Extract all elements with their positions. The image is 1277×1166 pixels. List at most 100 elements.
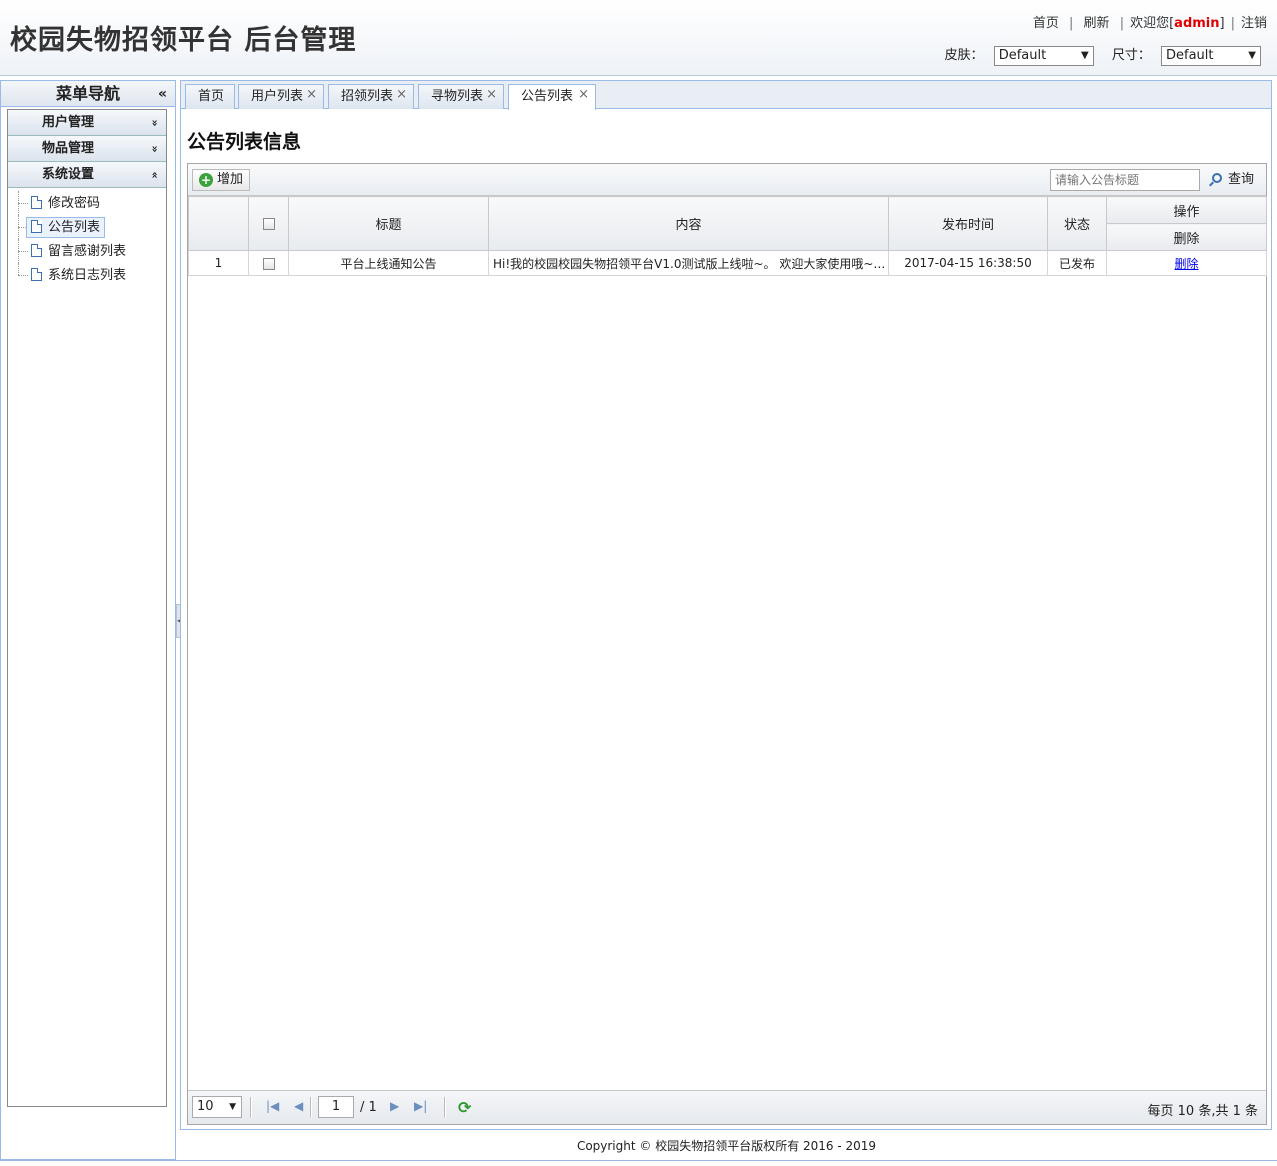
- cell-title: 平台上线通知公告: [288, 250, 489, 276]
- search-button-label: 查询: [1228, 172, 1255, 187]
- tab-home[interactable]: 首页: [185, 84, 235, 109]
- footer-copyright: Copyright © 校园失物招领平台版权所有 2016 - 2019: [576, 1139, 877, 1153]
- separator: |: [1119, 16, 1125, 31]
- page-bottom-border: [0, 1160, 1277, 1161]
- cell-publish-time: 2017-04-15 16:38:50: [888, 250, 1048, 276]
- announcement-table: 标题 内容 发布时间 状态 操作 删除 1 平台上线通知公告 Hi!我的校园校园…: [188, 196, 1267, 276]
- menu-group-label: 用户管理: [42, 115, 95, 130]
- dropdown-arrow-icon: ▼: [229, 1102, 236, 1112]
- document-icon: [31, 220, 42, 233]
- cell-actions: 删除: [1106, 250, 1267, 276]
- column-header-title[interactable]: 标题: [288, 196, 489, 251]
- skin-select[interactable]: Default ▼: [993, 45, 1094, 66]
- first-page-icon[interactable]: |◀: [266, 1099, 279, 1113]
- close-icon[interactable]: ×: [396, 83, 407, 107]
- tab-found-list[interactable]: 招领列表 ×: [328, 84, 414, 109]
- cell-content: Hi!我的校园校园失物招领平台V1.0测试版上线啦~。 欢迎大家使用哦~~...: [488, 250, 889, 276]
- menu-navigation-panel: 菜单导航 « 用户管理 » 物品管理 » 系统设置 « 修改密码 公告列表 留言…: [0, 80, 176, 1160]
- search-input[interactable]: [1050, 169, 1200, 191]
- app-title: 校园失物招领平台 后台管理: [10, 25, 357, 56]
- tab-label: 首页: [198, 89, 225, 104]
- tab-user-list[interactable]: 用户列表 ×: [238, 84, 324, 109]
- tab-label: 用户列表: [251, 89, 304, 104]
- close-icon[interactable]: ×: [306, 83, 317, 107]
- page-size-value: 10: [197, 1099, 214, 1114]
- page-size-select[interactable]: 10 ▼: [192, 1096, 242, 1118]
- menu-group-label: 系统设置: [42, 167, 95, 182]
- delete-link[interactable]: 删除: [1174, 257, 1198, 271]
- home-link[interactable]: 首页: [1033, 12, 1059, 31]
- last-page-icon[interactable]: ▶|: [414, 1099, 427, 1113]
- pagination-bar: 10 ▼ |◀ ◀ 1 / 1 ▶ ▶| ⟳ 每页 10 条,共 1 条: [188, 1090, 1266, 1124]
- document-icon: [31, 196, 42, 209]
- previous-page-icon[interactable]: ◀: [294, 1099, 303, 1113]
- row-number-header: [188, 196, 249, 251]
- sidebar-item-label: 公告列表: [48, 220, 101, 235]
- menu-accordion: 用户管理 » 物品管理 » 系统设置 « 修改密码 公告列表 留言感谢列表 系统…: [7, 109, 167, 1107]
- add-button-label: 增加: [217, 172, 244, 187]
- pager-divider: [444, 1097, 446, 1117]
- separator: |: [1230, 16, 1235, 31]
- size-label: 尺寸：: [1111, 48, 1151, 63]
- select-all-checkbox[interactable]: [262, 217, 275, 230]
- collapse-left-icon[interactable]: «: [158, 81, 167, 107]
- menu-group-item-management[interactable]: 物品管理 »: [8, 136, 166, 162]
- menu-group-system-settings[interactable]: 系统设置 «: [8, 162, 166, 188]
- size-select[interactable]: Default ▼: [1161, 45, 1261, 66]
- system-settings-tree: 修改密码 公告列表 留言感谢列表 系统日志列表: [8, 188, 166, 287]
- close-icon[interactable]: ×: [578, 83, 589, 107]
- row-number: 1: [188, 250, 249, 276]
- welcome-suffix: ]: [1219, 16, 1225, 31]
- search-button[interactable]: 查询: [1212, 170, 1254, 190]
- column-header-status[interactable]: 状态: [1047, 196, 1107, 251]
- skin-select-value: Default: [998, 47, 1047, 63]
- column-header-content[interactable]: 内容: [488, 196, 889, 251]
- menu-group-user-management[interactable]: 用户管理 »: [8, 110, 166, 136]
- document-icon: [31, 244, 42, 257]
- size-select-value: Default: [1166, 47, 1214, 63]
- search-icon: [1212, 173, 1222, 183]
- sidebar-item-system-log-list[interactable]: 系统日志列表: [26, 265, 131, 286]
- page-number-input[interactable]: 1: [318, 1096, 354, 1118]
- menu-group-label: 物品管理: [42, 141, 95, 156]
- current-user: admin: [1174, 16, 1220, 31]
- menu-navigation-header: 菜单导航 «: [1, 81, 175, 107]
- chevron-down-icon: »: [148, 145, 162, 153]
- add-button[interactable]: + 增加: [192, 169, 251, 191]
- header: 校园失物招领平台 后台管理 首页 | 刷新 | 欢迎您[admin] | 注销 皮肤：…: [0, 0, 1277, 76]
- sidebar-item-label: 系统日志列表: [48, 268, 127, 283]
- row-checkbox[interactable]: [262, 257, 275, 270]
- sidebar-item-announcement-list[interactable]: 公告列表: [26, 217, 106, 238]
- tab-lost-list[interactable]: 寻物列表 ×: [418, 84, 504, 109]
- welcome-prefix: 欢迎您[: [1130, 16, 1175, 31]
- column-header-publish-time[interactable]: 发布时间: [888, 196, 1048, 251]
- announcement-grid: + 增加 查询 标题 内容 发布时间 状态: [187, 163, 1267, 1125]
- tree-item: 系统日志列表: [8, 263, 166, 287]
- tree-item: 留言感谢列表: [8, 239, 166, 263]
- refresh-link[interactable]: 刷新: [1084, 12, 1110, 31]
- sidebar-item-label: 修改密码: [48, 196, 101, 211]
- tab-bar: 首页 用户列表 × 招领列表 × 寻物列表 × 公告列表 ×: [181, 81, 1271, 110]
- total-pages: / 1: [360, 1100, 377, 1115]
- theme-selectors: 皮肤： Default ▼ 尺寸： Default ▼: [945, 44, 1261, 66]
- document-icon: [31, 268, 42, 281]
- sidebar-item-thanks-list[interactable]: 留言感谢列表: [26, 241, 131, 262]
- select-all-header: [248, 196, 289, 251]
- sidebar-item-change-password[interactable]: 修改密码: [26, 193, 105, 214]
- dropdown-arrow-icon: ▼: [1081, 49, 1089, 61]
- add-icon: +: [199, 173, 213, 187]
- table-row[interactable]: 1 平台上线通知公告 Hi!我的校园校园失物招领平台V1.0测试版上线啦~。 欢…: [188, 250, 1267, 276]
- dropdown-arrow-icon: ▼: [1248, 49, 1256, 61]
- sidebar-item-label: 留言感谢列表: [48, 244, 127, 259]
- close-icon[interactable]: ×: [486, 83, 497, 107]
- separator: |: [1069, 16, 1074, 31]
- tab-announcement-list[interactable]: 公告列表 ×: [508, 84, 596, 110]
- row-select-cell: [248, 250, 289, 276]
- tree-item: 修改密码: [8, 191, 166, 215]
- next-page-icon[interactable]: ▶: [390, 1099, 399, 1113]
- top-links: 首页 | 刷新 | 欢迎您[admin] | 注销: [1033, 12, 1267, 31]
- logout-link[interactable]: 注销: [1241, 12, 1267, 31]
- refresh-icon[interactable]: ⟳: [458, 1098, 471, 1117]
- menu-navigation-title: 菜单导航: [55, 84, 120, 103]
- main-panel: 首页 用户列表 × 招领列表 × 寻物列表 × 公告列表 × 公告列表信息 + …: [180, 80, 1272, 1130]
